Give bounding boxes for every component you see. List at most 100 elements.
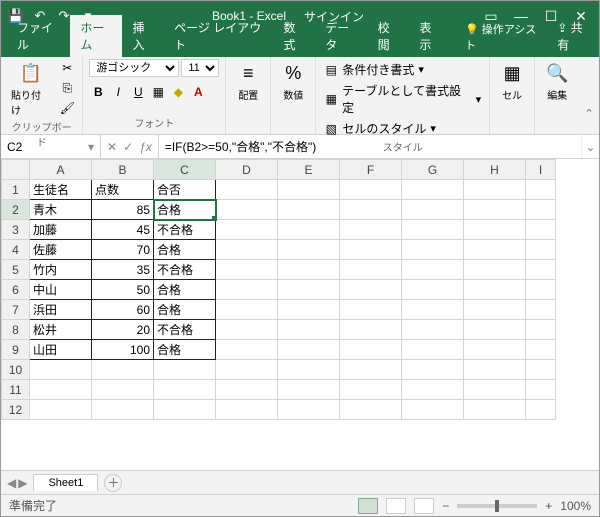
cell-A8[interactable]: 松井 xyxy=(30,320,92,340)
cell-D5[interactable] xyxy=(216,260,278,280)
tab-home[interactable]: ホーム xyxy=(70,15,122,57)
cell-E2[interactable] xyxy=(278,200,340,220)
row-header-2[interactable]: 2 xyxy=(2,200,30,220)
col-header-I[interactable]: I xyxy=(526,160,556,180)
cell-H6[interactable] xyxy=(464,280,526,300)
format-painter-button[interactable]: 🖌 xyxy=(58,99,76,117)
cell-F6[interactable] xyxy=(340,280,402,300)
cell-H2[interactable] xyxy=(464,200,526,220)
cell-C6[interactable]: 合格 xyxy=(154,280,216,300)
name-box-dropdown-icon[interactable]: ▾ xyxy=(88,140,94,154)
cell-G4[interactable] xyxy=(402,240,464,260)
cell-E5[interactable] xyxy=(278,260,340,280)
worksheet-grid[interactable]: ABCDEFGHI1生徒名点数合否2青木85合格3加藤45不合格4佐藤70合格5… xyxy=(1,159,599,470)
number-format-button[interactable]: % 数値 xyxy=(277,59,309,104)
cell-I1[interactable] xyxy=(526,180,556,200)
cell-A12[interactable] xyxy=(30,400,92,420)
cell-D12[interactable] xyxy=(216,400,278,420)
cell-E9[interactable] xyxy=(278,340,340,360)
cell-I4[interactable] xyxy=(526,240,556,260)
sheet-nav-prev[interactable]: ◀ xyxy=(7,476,16,490)
cell-I12[interactable] xyxy=(526,400,556,420)
cell-A1[interactable]: 生徒名 xyxy=(30,180,92,200)
row-header-1[interactable]: 1 xyxy=(2,180,30,200)
cell-H11[interactable] xyxy=(464,380,526,400)
cell-I6[interactable] xyxy=(526,280,556,300)
cell-F9[interactable] xyxy=(340,340,402,360)
cell-H10[interactable] xyxy=(464,360,526,380)
row-header-9[interactable]: 9 xyxy=(2,340,30,360)
cell-B1[interactable]: 点数 xyxy=(92,180,154,200)
cell-G3[interactable] xyxy=(402,220,464,240)
cell-H5[interactable] xyxy=(464,260,526,280)
collapse-ribbon-button[interactable]: ⌃ xyxy=(579,107,599,127)
font-name-select[interactable]: 游ゴシック xyxy=(89,59,179,77)
cell-A4[interactable]: 佐藤 xyxy=(30,240,92,260)
col-header-C[interactable]: C xyxy=(154,160,216,180)
col-header-F[interactable]: F xyxy=(340,160,402,180)
cell-C11[interactable] xyxy=(154,380,216,400)
cell-G10[interactable] xyxy=(402,360,464,380)
cell-D11[interactable] xyxy=(216,380,278,400)
format-as-table-button[interactable]: ▦テーブルとして書式設定 ▾ xyxy=(322,80,483,118)
cell-A9[interactable]: 山田 xyxy=(30,340,92,360)
fill-color-button[interactable]: ◆ xyxy=(169,83,187,101)
cell-G2[interactable] xyxy=(402,200,464,220)
cell-B7[interactable]: 60 xyxy=(92,300,154,320)
italic-button[interactable]: I xyxy=(109,83,127,101)
col-header-B[interactable]: B xyxy=(92,160,154,180)
cell-F8[interactable] xyxy=(340,320,402,340)
cell-D4[interactable] xyxy=(216,240,278,260)
cell-I11[interactable] xyxy=(526,380,556,400)
font-color-button[interactable]: A xyxy=(189,83,207,101)
cell-E1[interactable] xyxy=(278,180,340,200)
expand-formula-bar-button[interactable]: ⌄ xyxy=(581,135,599,158)
cell-A3[interactable]: 加藤 xyxy=(30,220,92,240)
cell-B4[interactable]: 70 xyxy=(92,240,154,260)
cell-E12[interactable] xyxy=(278,400,340,420)
tab-review[interactable]: 校閲 xyxy=(368,15,410,57)
cell-I2[interactable] xyxy=(526,200,556,220)
cell-G1[interactable] xyxy=(402,180,464,200)
select-all-cell[interactable] xyxy=(2,160,30,180)
cut-button[interactable]: ✂ xyxy=(58,59,76,77)
cell-G7[interactable] xyxy=(402,300,464,320)
cell-C10[interactable] xyxy=(154,360,216,380)
cell-E7[interactable] xyxy=(278,300,340,320)
cell-F4[interactable] xyxy=(340,240,402,260)
cell-C12[interactable] xyxy=(154,400,216,420)
tab-view[interactable]: 表示 xyxy=(409,15,451,57)
cell-I8[interactable] xyxy=(526,320,556,340)
cell-B5[interactable]: 35 xyxy=(92,260,154,280)
col-header-A[interactable]: A xyxy=(30,160,92,180)
cell-D3[interactable] xyxy=(216,220,278,240)
cell-F5[interactable] xyxy=(340,260,402,280)
row-header-11[interactable]: 11 xyxy=(2,380,30,400)
view-normal-button[interactable] xyxy=(358,498,378,514)
tab-insert[interactable]: 挿入 xyxy=(122,15,164,57)
cell-D9[interactable] xyxy=(216,340,278,360)
row-header-12[interactable]: 12 xyxy=(2,400,30,420)
zoom-slider[interactable] xyxy=(457,504,537,508)
cell-A6[interactable]: 中山 xyxy=(30,280,92,300)
row-header-10[interactable]: 10 xyxy=(2,360,30,380)
cell-D10[interactable] xyxy=(216,360,278,380)
cell-I10[interactable] xyxy=(526,360,556,380)
cell-B9[interactable]: 100 xyxy=(92,340,154,360)
enter-formula-button[interactable]: ✓ xyxy=(123,140,133,154)
cell-F3[interactable] xyxy=(340,220,402,240)
cell-C4[interactable]: 合格 xyxy=(154,240,216,260)
sheet-nav-next[interactable]: ▶ xyxy=(18,476,27,490)
cell-I3[interactable] xyxy=(526,220,556,240)
cell-C8[interactable]: 不合格 xyxy=(154,320,216,340)
cell-C2[interactable]: 合格 xyxy=(154,200,216,220)
cell-B12[interactable] xyxy=(92,400,154,420)
cell-G8[interactable] xyxy=(402,320,464,340)
cell-C3[interactable]: 不合格 xyxy=(154,220,216,240)
row-header-5[interactable]: 5 xyxy=(2,260,30,280)
cell-B3[interactable]: 45 xyxy=(92,220,154,240)
cell-B6[interactable]: 50 xyxy=(92,280,154,300)
copy-button[interactable]: ⎘ xyxy=(58,79,76,97)
cell-B10[interactable] xyxy=(92,360,154,380)
cell-I7[interactable] xyxy=(526,300,556,320)
